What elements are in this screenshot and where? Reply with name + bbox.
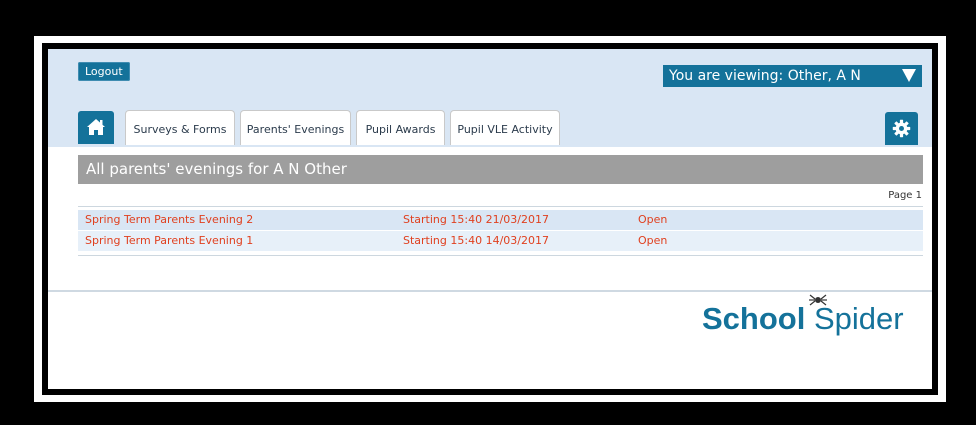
evening-start: Starting 15:40 14/03/2017 (403, 234, 549, 247)
spider-icon (809, 294, 827, 306)
evening-row[interactable]: Spring Term Parents Evening 1 Starting 1… (78, 231, 923, 251)
header: Logout You are viewing: Other, A N Surve… (48, 49, 932, 147)
app-window: Logout You are viewing: Other, A N Surve… (48, 49, 932, 389)
evening-start: Starting 15:40 21/03/2017 (403, 213, 549, 226)
tab-pupil-vle-activity[interactable]: Pupil VLE Activity (450, 110, 560, 145)
page-indicator: Page 1 (888, 190, 922, 201)
screenshot-frame: Logout You are viewing: Other, A N Surve… (0, 0, 976, 425)
viewing-selector[interactable]: You are viewing: Other, A N (663, 65, 922, 87)
logo-text-bold: School (702, 301, 806, 336)
logo-text-light: Spider (813, 301, 904, 336)
tab-surveys-forms[interactable]: Surveys & Forms (125, 110, 235, 145)
divider (78, 255, 923, 256)
evening-status: Open (638, 234, 668, 247)
evening-name[interactable]: Spring Term Parents Evening 2 (85, 210, 253, 230)
home-icon (87, 119, 105, 135)
tab-parents-evenings[interactable]: Parents' Evenings (240, 110, 351, 145)
triangle-down-icon (902, 69, 916, 82)
settings-button[interactable] (885, 112, 918, 145)
evening-status: Open (638, 213, 668, 226)
evening-name[interactable]: Spring Term Parents Evening 1 (85, 231, 253, 251)
gear-icon (892, 119, 911, 138)
viewing-label: You are viewing: Other, A N (669, 68, 861, 84)
home-tab[interactable] (78, 111, 114, 144)
section-title: All parents' evenings for A N Other (78, 155, 923, 184)
divider (78, 206, 923, 207)
footer-divider (48, 290, 932, 292)
school-spider-logo: School Spider (702, 294, 904, 337)
logout-button[interactable]: Logout (78, 62, 130, 81)
evening-row[interactable]: Spring Term Parents Evening 2 Starting 1… (78, 210, 923, 230)
tab-pupil-awards[interactable]: Pupil Awards (356, 110, 445, 145)
